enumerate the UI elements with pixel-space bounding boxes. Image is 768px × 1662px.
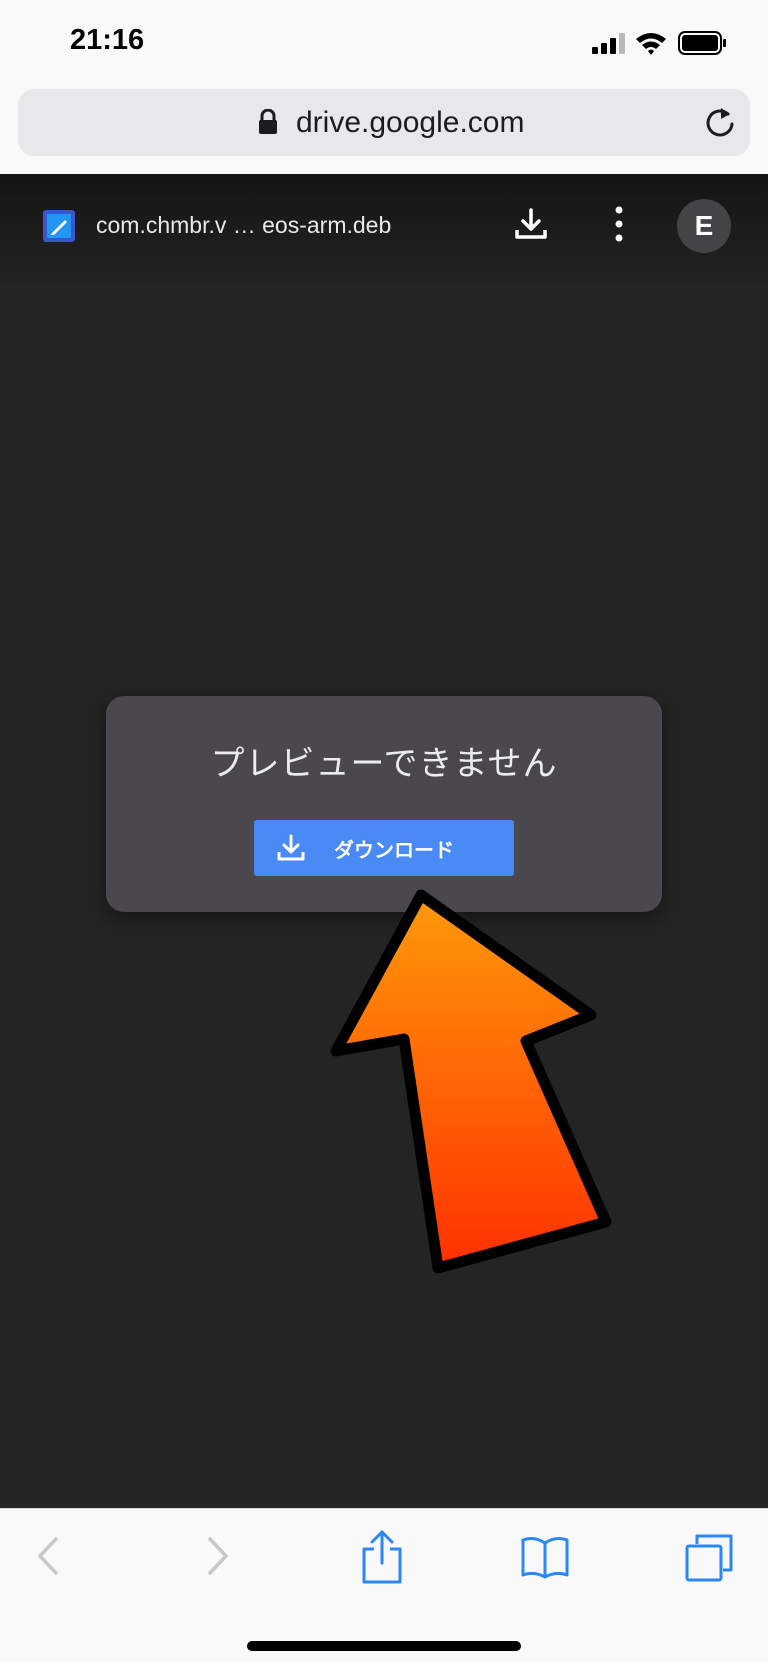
download-icon[interactable] bbox=[512, 206, 550, 244]
wifi-icon bbox=[636, 33, 666, 55]
url-text: drive.google.com bbox=[296, 106, 525, 139]
reload-icon[interactable] bbox=[704, 105, 736, 139]
status-bar: 21:16 bbox=[0, 0, 768, 86]
forward-icon[interactable] bbox=[200, 1531, 236, 1581]
safari-address-area: drive.google.com bbox=[0, 86, 768, 174]
lock-icon bbox=[259, 109, 277, 134]
status-time: 21:16 bbox=[70, 24, 145, 56]
url-bar[interactable]: drive.google.com bbox=[18, 89, 750, 156]
file-name: com.chmbr.v … eos-arm.deb bbox=[96, 212, 392, 238]
home-indicator[interactable] bbox=[247, 1641, 521, 1651]
download-label: ダウンロード bbox=[334, 838, 454, 862]
tabs-icon[interactable] bbox=[684, 1533, 734, 1583]
back-icon[interactable] bbox=[30, 1531, 66, 1581]
download-icon bbox=[277, 834, 305, 861]
download-button[interactable]: ダウンロード bbox=[254, 820, 514, 876]
file-viewer: プレビューできません ダウンロード bbox=[0, 284, 768, 1508]
cellular-signal-icon bbox=[592, 33, 625, 54]
account-avatar[interactable]: E bbox=[677, 199, 731, 253]
more-options-icon[interactable] bbox=[607, 204, 631, 244]
battery-icon bbox=[678, 31, 726, 55]
no-preview-card: プレビューできません ダウンロード bbox=[106, 696, 662, 912]
file-type-icon bbox=[43, 210, 75, 242]
share-icon[interactable] bbox=[360, 1529, 404, 1585]
bookmarks-icon[interactable] bbox=[520, 1535, 570, 1579]
drive-viewer-header: com.chmbr.v … eos-arm.deb E bbox=[0, 174, 768, 284]
no-preview-message: プレビューできません bbox=[210, 744, 558, 784]
status-icons bbox=[592, 31, 726, 55]
safari-toolbar bbox=[0, 1508, 768, 1662]
